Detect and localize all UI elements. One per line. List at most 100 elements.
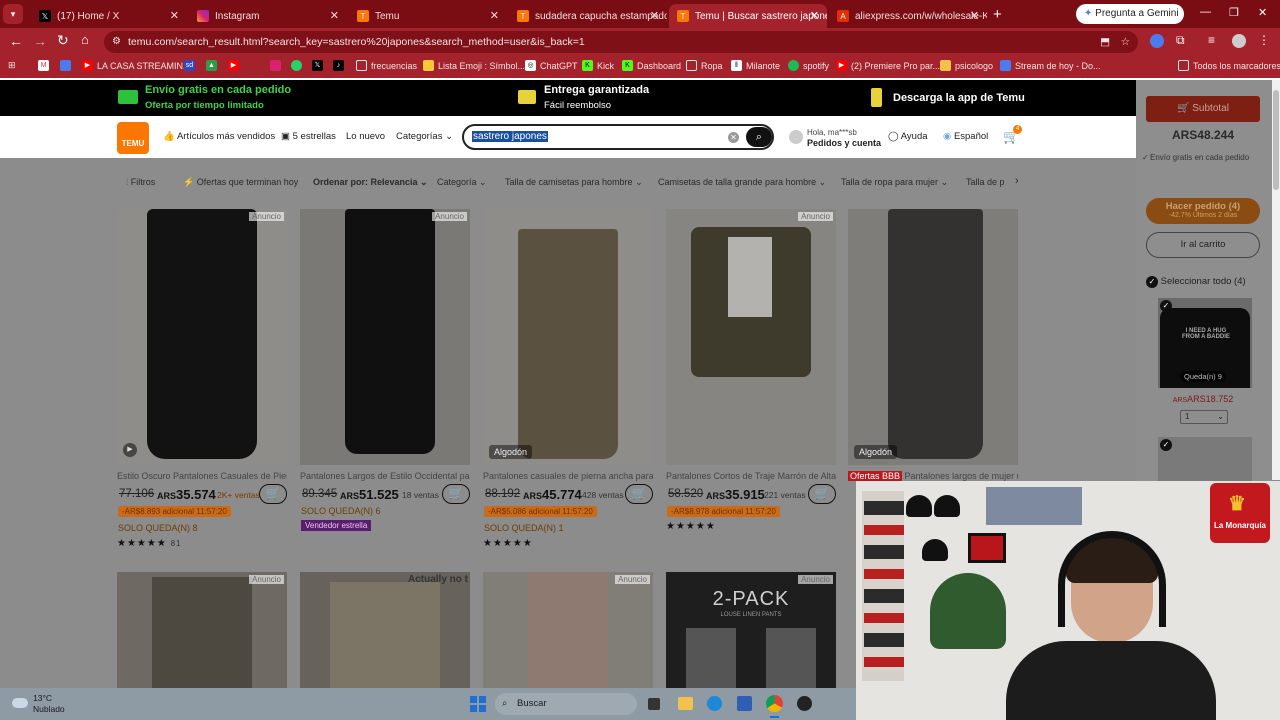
- address-bar[interactable]: ⚙ temu.com/search_result.html?search_key…: [104, 31, 1138, 53]
- add-to-cart-button[interactable]: 🛒: [442, 484, 470, 504]
- add-to-cart-button[interactable]: 🛒: [259, 484, 287, 504]
- reload-icon[interactable]: ↻: [57, 32, 69, 49]
- tab-aliexpress[interactable]: Aaliexpress.com/w/wholesale-Ki ✕: [829, 4, 987, 28]
- apps-icon[interactable]: ⊞: [8, 60, 16, 71]
- bookmark-psicologo[interactable]: psicologo: [940, 60, 993, 71]
- close-icon[interactable]: ✕: [170, 9, 179, 22]
- close-icon[interactable]: ✕: [650, 9, 659, 22]
- obs-icon[interactable]: [797, 696, 812, 711]
- close-icon[interactable]: ✕: [810, 9, 819, 22]
- clear-search-icon[interactable]: ✕: [728, 132, 739, 143]
- page-scrollbar-thumb[interactable]: [1273, 90, 1279, 190]
- product-image[interactable]: Anuncio: [666, 209, 836, 465]
- tab-x-home[interactable]: 𝕏 (17) Home / X ✕: [31, 4, 187, 28]
- tab-instagram[interactable]: Instagram ✕: [189, 4, 347, 28]
- product-card-8[interactable]: Anuncio: [483, 572, 653, 688]
- add-to-cart-button[interactable]: 🛒: [625, 484, 653, 504]
- bookmark-frecuencias[interactable]: frecuencias: [356, 60, 417, 71]
- product-image[interactable]: Anuncio: [300, 209, 470, 465]
- product-title[interactable]: Pantalones Cortos de Traje Marrón de Alt…: [666, 471, 836, 481]
- place-order-button[interactable]: Hacer pedido (4) -42.7% Últimos 2 días: [1146, 198, 1260, 224]
- search-input[interactable]: sastrero japones: [472, 131, 548, 142]
- filters-button[interactable]: ⫶ Filtros: [126, 177, 155, 188]
- bookmark-tiktok[interactable]: ♪: [333, 60, 348, 71]
- help-link[interactable]: ◯ Ayuda: [888, 131, 928, 142]
- bookmark-stream[interactable]: Stream de hoy - Do...: [1000, 60, 1101, 71]
- bookmark-ropa[interactable]: Ropa: [686, 60, 723, 71]
- tab-temu[interactable]: T Temu ✕: [349, 4, 507, 28]
- start-button[interactable]: [470, 696, 486, 712]
- minimize-button[interactable]: —: [1200, 6, 1211, 18]
- chrome-icon[interactable]: [766, 695, 783, 712]
- nav-categories[interactable]: Categorías ⌄: [396, 131, 453, 142]
- product-card-9[interactable]: Anuncio 2-PACK LOUSE LINEN PANTS: [666, 572, 836, 688]
- home-icon[interactable]: ⌂: [81, 32, 89, 47]
- checkbox-checked-icon[interactable]: ✓: [1146, 276, 1158, 288]
- search-box[interactable]: sastrero japones ✕ ⌕: [462, 124, 774, 150]
- product-title[interactable]: Ofertas BBB Pantalones largos de mujer u…: [848, 471, 1018, 481]
- close-icon[interactable]: ✕: [490, 9, 499, 22]
- tshirt-size-filter[interactable]: Talla de camisetas para hombre ⌄: [505, 177, 643, 188]
- close-icon[interactable]: ✕: [970, 9, 979, 22]
- product-image[interactable]: Algodón: [483, 209, 653, 465]
- nav-five-stars[interactable]: ▣ 5 estrellas: [281, 131, 336, 142]
- file-explorer-icon[interactable]: [678, 697, 693, 710]
- plus-tshirt-filter[interactable]: Camisetas de talla grande para hombre ⌄: [658, 177, 826, 188]
- chevron-right-icon[interactable]: ›: [1015, 175, 1019, 187]
- product-card-7[interactable]: Actually no t: [300, 572, 470, 688]
- weather-temp[interactable]: 13°C: [33, 693, 52, 703]
- extension-icon[interactable]: [1150, 34, 1164, 48]
- product-card-5[interactable]: Algodón Ofertas BBB Pantalones largos de…: [848, 209, 1018, 481]
- bookmark-x[interactable]: 𝕏: [312, 60, 327, 71]
- page-scrollbar[interactable]: [1272, 80, 1280, 480]
- bookmark-sd[interactable]: sd: [184, 60, 199, 71]
- product-card-6[interactable]: Anuncio: [117, 572, 287, 688]
- puzzle-icon[interactable]: ⧉: [1176, 33, 1185, 48]
- product-card-3[interactable]: Algodón Pantalones casuales de pierna an…: [483, 209, 653, 549]
- bookmark-docs[interactable]: [60, 60, 75, 71]
- select-all[interactable]: ✓ Seleccionar todo (4): [1146, 276, 1246, 288]
- add-to-cart-button[interactable]: 🛒: [808, 484, 836, 504]
- bookmark-star-icon[interactable]: ☆: [1121, 31, 1130, 53]
- product-title[interactable]: Pantalones casuales de pierna ancha para…: [483, 471, 653, 481]
- tab-temu-sudadera[interactable]: Tsudadera capucha estampado l ✕: [509, 4, 667, 28]
- bookmark-milanote[interactable]: ‖ Milanote: [731, 60, 780, 71]
- account-orders[interactable]: Pedidos y cuenta: [807, 138, 881, 148]
- profile-avatar[interactable]: [1232, 34, 1246, 48]
- tab-menu-button[interactable]: ▾: [3, 4, 23, 24]
- bookmark-gmail[interactable]: M: [38, 60, 53, 71]
- more-menu-icon[interactable]: ⋮: [1258, 33, 1270, 47]
- cart-button[interactable]: 🛒 4: [1003, 125, 1022, 145]
- product-title[interactable]: Estilo Oscuro Pantalones Casuales de Pie…: [117, 471, 287, 481]
- store-icon[interactable]: [737, 696, 752, 711]
- women-size-filter[interactable]: Talla de ropa para mujer ⌄: [841, 177, 948, 188]
- deals-today-button[interactable]: ⚡ Ofertas que terminan hoy: [183, 177, 298, 188]
- product-card-1[interactable]: Anuncio ▶ Estilo Oscuro Pantalones Casua…: [117, 209, 287, 549]
- close-window-button[interactable]: ✕: [1258, 6, 1267, 19]
- bookmark-chatgpt[interactable]: ◎ ChatGPT: [525, 60, 578, 71]
- more-filter[interactable]: Talla de p: [966, 177, 1005, 187]
- gemini-button[interactable]: ✦ Pregunta a Gemini: [1076, 4, 1184, 24]
- account-greeting[interactable]: Hola, ma***sb: [807, 128, 857, 137]
- download-app-link[interactable]: Descarga la app de Temu: [893, 92, 1025, 104]
- tab-temu-search[interactable]: T Temu | Buscar sastrero japones ✕: [669, 4, 827, 28]
- bookmark-all[interactable]: Todos los marcadores: [1178, 60, 1280, 71]
- product-image[interactable]: Anuncio ▶: [117, 209, 287, 465]
- category-filter[interactable]: Categoría ⌄: [437, 177, 487, 188]
- item-checkbox-icon[interactable]: ✓: [1160, 439, 1172, 451]
- bookmark-kick[interactable]: K Kick: [582, 60, 614, 71]
- bookmark-la-casa[interactable]: ▶ LA CASA STREAMIN...: [82, 60, 191, 71]
- bookmark-youtube[interactable]: ▶: [228, 60, 243, 71]
- bookmark-emoji[interactable]: ⚡ Lista Emoji : Símbol...: [423, 60, 525, 71]
- close-icon[interactable]: ✕: [330, 9, 339, 22]
- bookmark-instagram[interactable]: [270, 60, 285, 71]
- bookmark-spotify[interactable]: spotify: [788, 60, 829, 71]
- back-icon[interactable]: ←: [9, 33, 23, 49]
- product-card-4[interactable]: Anuncio Pantalones Cortos de Traje Marró…: [666, 209, 836, 532]
- product-image[interactable]: Algodón: [848, 209, 1018, 465]
- taskbar-search[interactable]: ⌕ Buscar: [495, 693, 637, 715]
- product-card-2[interactable]: Anuncio Pantalones Largos de Estilo Occi…: [300, 209, 470, 531]
- temu-logo[interactable]: TEMU: [117, 122, 149, 154]
- site-info-icon[interactable]: ⚙: [112, 31, 121, 53]
- reading-list-icon[interactable]: ≡: [1208, 33, 1215, 47]
